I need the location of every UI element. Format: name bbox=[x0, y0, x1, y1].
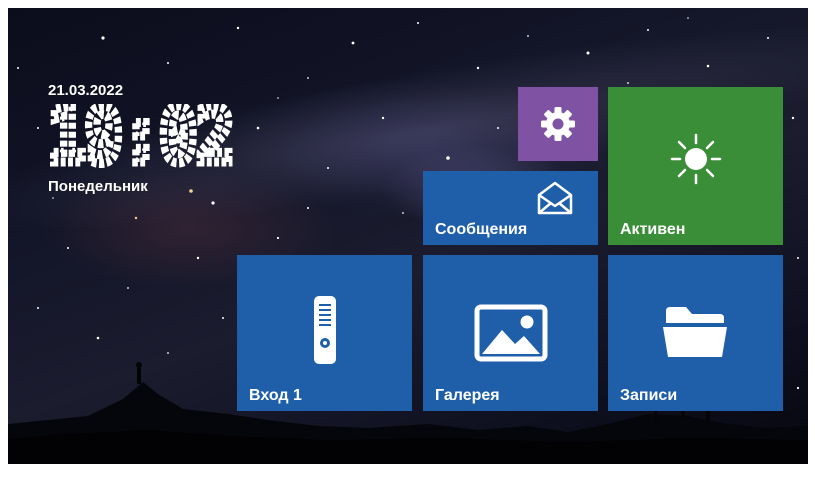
messages-button[interactable]: Сообщения bbox=[423, 171, 598, 245]
gallery-button[interactable]: Галерея bbox=[423, 255, 598, 411]
image-icon bbox=[474, 304, 548, 362]
clock-date: 21.03.2022 bbox=[48, 82, 124, 99]
door-panel-icon bbox=[314, 296, 336, 364]
folder-icon bbox=[663, 307, 727, 357]
settings-button[interactable] bbox=[518, 87, 598, 161]
sun-icon bbox=[670, 133, 722, 185]
gallery-label: Галерея bbox=[435, 387, 500, 404]
records-button[interactable]: Записи bbox=[608, 255, 783, 411]
clock-weekday: Понедельник bbox=[48, 178, 148, 195]
active-status-button[interactable]: Активен bbox=[608, 87, 783, 245]
gear-icon bbox=[541, 107, 575, 141]
records-label: Записи bbox=[620, 387, 678, 404]
entrance-1-label: Вход 1 bbox=[249, 387, 302, 404]
active-status-label: Активен bbox=[620, 221, 686, 238]
entrance-1-button[interactable]: Вход 1 bbox=[237, 255, 412, 411]
clock-time: 19:02 bbox=[48, 104, 238, 168]
messages-label: Сообщения bbox=[435, 221, 528, 238]
envelope-icon bbox=[537, 181, 573, 215]
intercom-home-screen: 21.03.2022 19:02 Понедельник Сообщения А… bbox=[8, 8, 808, 464]
clock-time-text: 19:02 bbox=[48, 104, 234, 168]
